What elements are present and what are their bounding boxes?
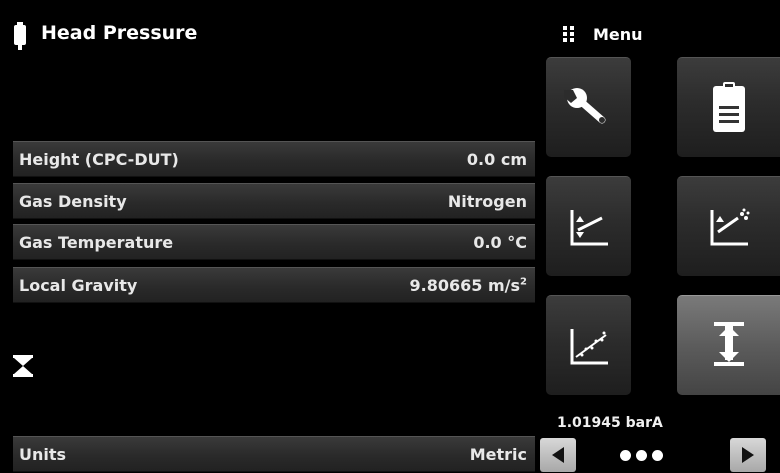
tile-settings[interactable]: [546, 57, 631, 157]
setting-value-sup: 2: [520, 276, 527, 288]
setting-value: Nitrogen: [447, 191, 527, 211]
pressure-readout: 1.01945 barA: [557, 415, 663, 431]
setting-row-gas-density[interactable]: Gas Density Nitrogen: [13, 183, 535, 219]
setting-value: Metric: [469, 444, 527, 464]
setting-value: 0.0 cm: [466, 149, 527, 169]
page-title: Head Pressure: [41, 22, 198, 44]
setting-value: 9.80665 m/s2: [410, 276, 527, 295]
cylinder-icon: [14, 22, 26, 50]
arrow-right-icon: [742, 447, 754, 463]
setting-row-units[interactable]: Units Metric: [13, 436, 535, 472]
tile-data-logging[interactable]: [546, 295, 631, 395]
tile-burst-test[interactable]: [677, 176, 780, 276]
graph-arrows-icon: [570, 209, 608, 245]
clipboard-icon: [713, 81, 745, 132]
setting-label: Local Gravity: [19, 275, 138, 295]
page-dot: [652, 450, 663, 461]
prev-page-button[interactable]: [540, 438, 576, 472]
setting-row-gas-temperature[interactable]: Gas Temperature 0.0 °C: [13, 224, 535, 260]
swap-direction-icon[interactable]: [13, 355, 33, 377]
setting-label: Units: [19, 444, 67, 464]
setting-value-main: 9.80665 m/s: [409, 275, 521, 295]
tile-head-pressure[interactable]: [677, 295, 780, 395]
setting-label: Gas Density: [19, 191, 127, 211]
graph-points-icon: [570, 328, 608, 364]
page-dot: [636, 450, 647, 461]
grid-dots-icon[interactable]: [562, 24, 576, 44]
setting-row-local-gravity[interactable]: Local Gravity 9.80665 m/s2: [13, 267, 535, 303]
graph-spray-icon: [710, 208, 750, 245]
head-pressure-icon: [714, 321, 744, 366]
arrow-left-icon: [552, 447, 564, 463]
setting-value: 0.0 °C: [473, 232, 527, 252]
page-indicator: [620, 450, 663, 461]
menu-title: Menu: [593, 25, 643, 44]
next-page-button[interactable]: [730, 438, 766, 472]
tile-documents[interactable]: [677, 57, 780, 157]
setting-label: Height (CPC-DUT): [19, 149, 179, 169]
wrench-icon: [563, 87, 605, 123]
page-dot: [620, 450, 631, 461]
setting-label: Gas Temperature: [19, 232, 174, 252]
setting-row-height[interactable]: Height (CPC-DUT) 0.0 cm: [13, 141, 535, 177]
tile-leak-test[interactable]: [546, 176, 631, 276]
